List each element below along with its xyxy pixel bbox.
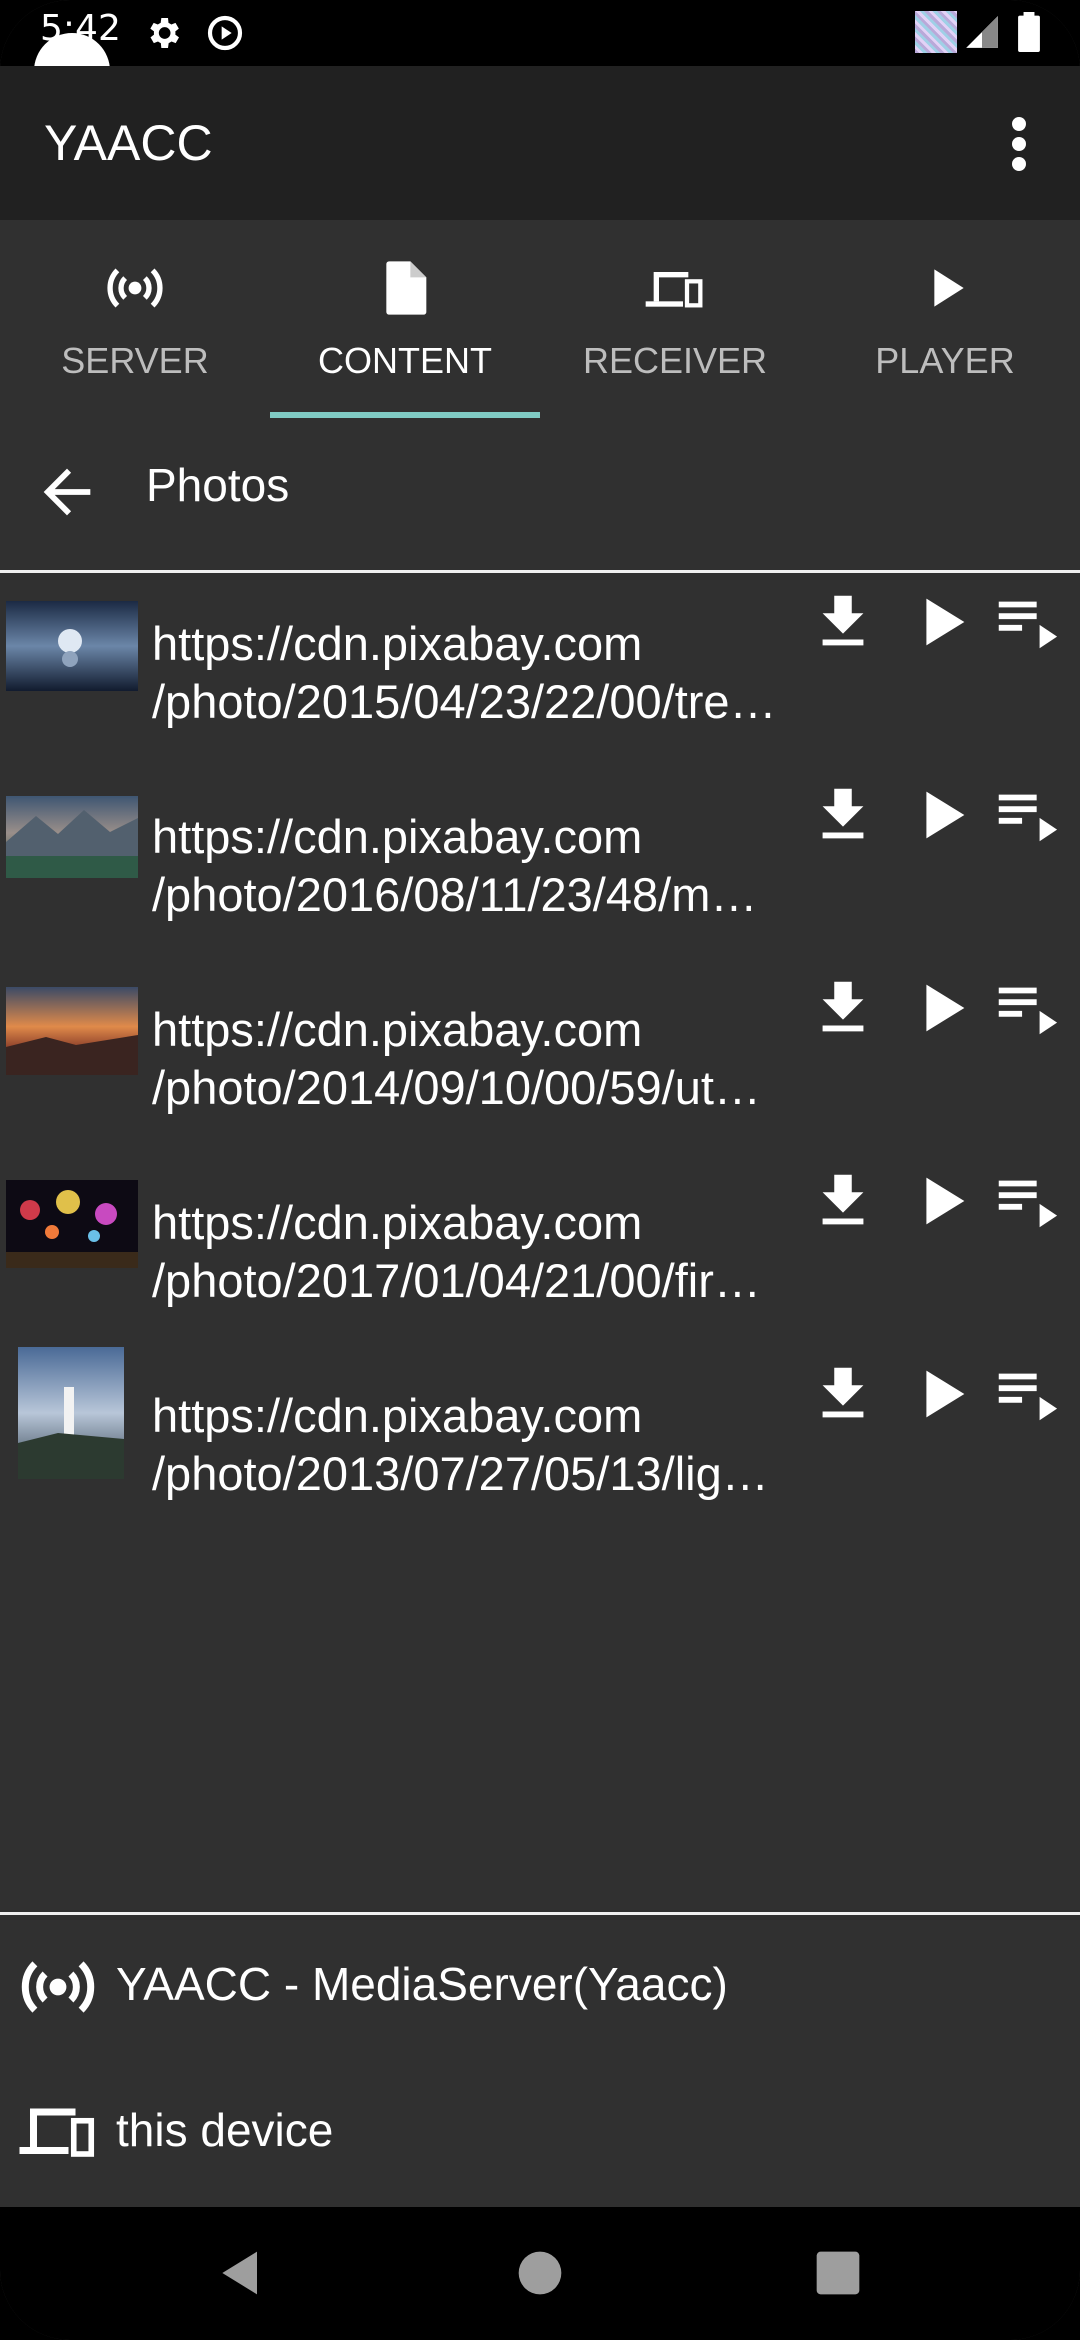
list-item[interactable]: https://cdn.pixabay.com /photo/2016/08/1… [0, 768, 1080, 961]
photo-thumbnail [18, 1347, 124, 1479]
active-tab-indicator [270, 412, 540, 418]
list-item[interactable]: https://cdn.pixabay.com /photo/2014/09/1… [0, 961, 1080, 1154]
bottom-status-panel: YAACC - MediaServer(Yaacc) this device [0, 1915, 1080, 2207]
play-icon[interactable] [906, 780, 976, 850]
battery-icon [1018, 12, 1040, 52]
add-to-playlist-icon[interactable] [990, 587, 1060, 657]
app-title: YAACC [44, 115, 213, 171]
item-url: https://cdn.pixabay.com /photo/2014/09/1… [152, 1003, 782, 1114]
tab-bar: SERVER CONTENT RECEIVER PLAYER [0, 220, 1080, 420]
download-icon[interactable] [808, 780, 878, 850]
item-url: https://cdn.pixabay.com /photo/2016/08/1… [152, 810, 782, 921]
nav-home-icon[interactable] [508, 2241, 572, 2305]
tab-player-label: PLAYER [875, 340, 1015, 381]
play-icon[interactable] [906, 973, 976, 1043]
tab-receiver[interactable]: RECEIVER [540, 220, 810, 420]
folder-title: Photos [146, 459, 290, 511]
breadcrumb: Photos [0, 420, 1080, 570]
system-navigation-bar [0, 2207, 1080, 2340]
play-icon[interactable] [906, 1359, 976, 1429]
divider [0, 570, 1080, 573]
photo-thumbnail [6, 601, 138, 691]
add-to-playlist-icon[interactable] [990, 780, 1060, 850]
server-name: YAACC - MediaServer(Yaacc) [116, 1958, 728, 2010]
devices-icon [645, 272, 703, 308]
file-icon [386, 261, 427, 315]
photo-thumbnail [6, 1180, 138, 1268]
play-icon[interactable] [906, 1166, 976, 1236]
item-url: https://cdn.pixabay.com /photo/2013/07/2… [152, 1389, 782, 1500]
tab-server[interactable]: SERVER [0, 220, 270, 420]
tab-content-label: CONTENT [318, 340, 492, 381]
list-item[interactable]: https://cdn.pixabay.com /photo/2015/04/2… [0, 575, 1080, 768]
receiver-name: this device [116, 2104, 334, 2156]
devices-icon [19, 2108, 95, 2157]
tab-receiver-label: RECEIVER [582, 340, 768, 381]
back-arrow-icon[interactable] [32, 457, 102, 527]
broadcast-icon [107, 268, 163, 308]
download-icon[interactable] [808, 587, 878, 657]
cell-signal-icon [966, 16, 998, 48]
play-icon[interactable] [906, 587, 976, 657]
add-to-playlist-icon[interactable] [990, 973, 1060, 1043]
selected-server[interactable]: YAACC - MediaServer(Yaacc) [0, 1915, 1080, 2061]
item-url: https://cdn.pixabay.com /photo/2015/04/2… [152, 617, 782, 728]
add-to-playlist-icon[interactable] [990, 1359, 1060, 1429]
play-icon [934, 269, 964, 307]
add-to-playlist-icon[interactable] [990, 1166, 1060, 1236]
status-bar: 5:42 [0, 0, 1080, 66]
item-url: https://cdn.pixabay.com /photo/2017/01/0… [152, 1196, 782, 1307]
broadcast-icon [21, 1961, 95, 2013]
download-icon[interactable] [808, 1359, 878, 1429]
download-icon[interactable] [808, 973, 878, 1043]
list-item[interactable]: https://cdn.pixabay.com /photo/2013/07/2… [0, 1347, 1080, 1540]
notification-image-icon [915, 11, 957, 53]
overflow-menu-icon[interactable] [1003, 114, 1035, 174]
app-bar: YAACC [0, 66, 1080, 220]
photo-thumbnail [6, 987, 138, 1075]
nav-back-icon[interactable] [209, 2241, 273, 2305]
settings-gear-icon [150, 18, 179, 48]
screen-record-icon [207, 15, 243, 51]
selected-receiver[interactable]: this device [0, 2061, 1080, 2207]
tab-server-label: SERVER [61, 340, 209, 381]
download-icon[interactable] [808, 1166, 878, 1236]
tab-player[interactable]: PLAYER [810, 220, 1080, 420]
nav-recents-icon[interactable] [806, 2241, 870, 2305]
photo-thumbnail [6, 796, 138, 878]
list-item[interactable]: https://cdn.pixabay.com /photo/2017/01/0… [0, 1154, 1080, 1347]
phone-screen: 5:42 YAACC SERVER CONTENT RECEIVER PLAYE… [0, 0, 1080, 2340]
tab-content[interactable]: CONTENT [270, 220, 540, 420]
